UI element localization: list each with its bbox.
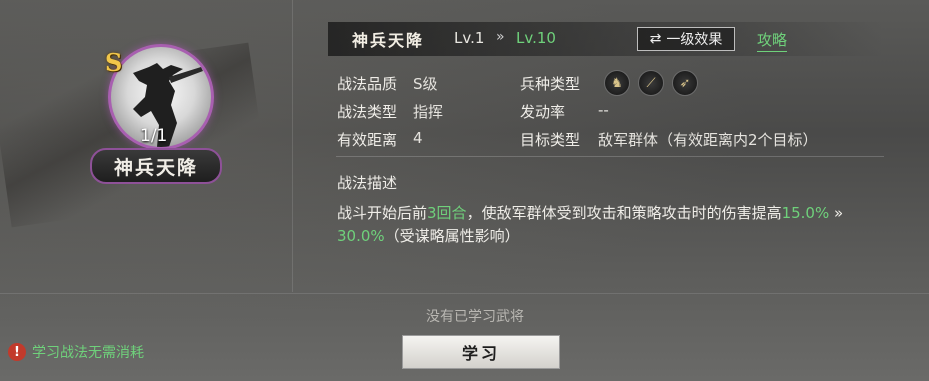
- cavalry-icon[interactable]: ♞: [604, 70, 630, 96]
- section-separator: [336, 156, 884, 157]
- panel-divider-horizontal: [0, 293, 929, 294]
- range-label: 有效距离: [337, 131, 398, 149]
- desc-turns: 3回合: [427, 204, 467, 222]
- target-type-value: 敌军群体（有效距离内2个目标）: [598, 131, 818, 149]
- target-type-label: 目标类型: [520, 131, 581, 149]
- skill-name-plate: 神兵天降: [90, 148, 222, 184]
- type-value: 指挥: [413, 103, 444, 121]
- type-label: 战法类型: [337, 103, 398, 121]
- skill-description: 战斗开始后前3回合，使敌军群体受到攻击和策略攻击时的伤害提高15.0% » 30…: [337, 202, 882, 248]
- bow-icon[interactable]: ➶: [672, 70, 698, 96]
- notice-text: 学习战法无需消耗: [32, 345, 144, 361]
- warning-icon: !: [8, 343, 26, 361]
- level-current: Lv.1: [454, 29, 485, 47]
- range-value: 4: [413, 129, 423, 147]
- quality-label: 战法品质: [337, 75, 398, 93]
- troop-type-icons: ♞ ⟋ ➶: [604, 70, 698, 96]
- desc-text-3: （受谋略属性影响）: [384, 227, 520, 245]
- trigger-rate-value: --: [598, 101, 609, 119]
- panel-divider-vertical: [292, 0, 293, 292]
- trigger-rate-label: 发动率: [520, 103, 566, 121]
- effect-button-label: 一级效果: [666, 32, 723, 48]
- desc-value-low: 15.0%: [781, 204, 830, 222]
- spear-icon[interactable]: ⟋: [638, 70, 664, 96]
- skill-title: 神兵天降: [352, 31, 425, 50]
- desc-arrow: »: [829, 204, 844, 222]
- description-title: 战法描述: [337, 174, 398, 192]
- desc-value-high: 30.0%: [337, 227, 385, 245]
- guide-link[interactable]: 攻略: [757, 29, 788, 52]
- skill-count: 1/1: [140, 126, 168, 146]
- no-general-text: 没有已学习武将: [426, 309, 524, 325]
- level-effect-toggle-button[interactable]: ⇄ 一级效果: [637, 27, 735, 51]
- swap-arrows-icon: ⇄: [649, 31, 662, 47]
- skill-grade-letter: S: [105, 48, 123, 77]
- level-arrow: »: [496, 29, 505, 45]
- desc-text-2: ，使敌军群体受到攻击和策略攻击时的伤害提高: [466, 204, 782, 222]
- learn-button[interactable]: 学习: [402, 335, 560, 369]
- level-max: Lv.10: [516, 29, 556, 47]
- troop-type-label: 兵种类型: [520, 75, 581, 93]
- desc-text-1: 战斗开始后前: [337, 204, 428, 222]
- notice: ! 学习战法无需消耗: [8, 342, 144, 362]
- quality-value: S级: [413, 75, 438, 93]
